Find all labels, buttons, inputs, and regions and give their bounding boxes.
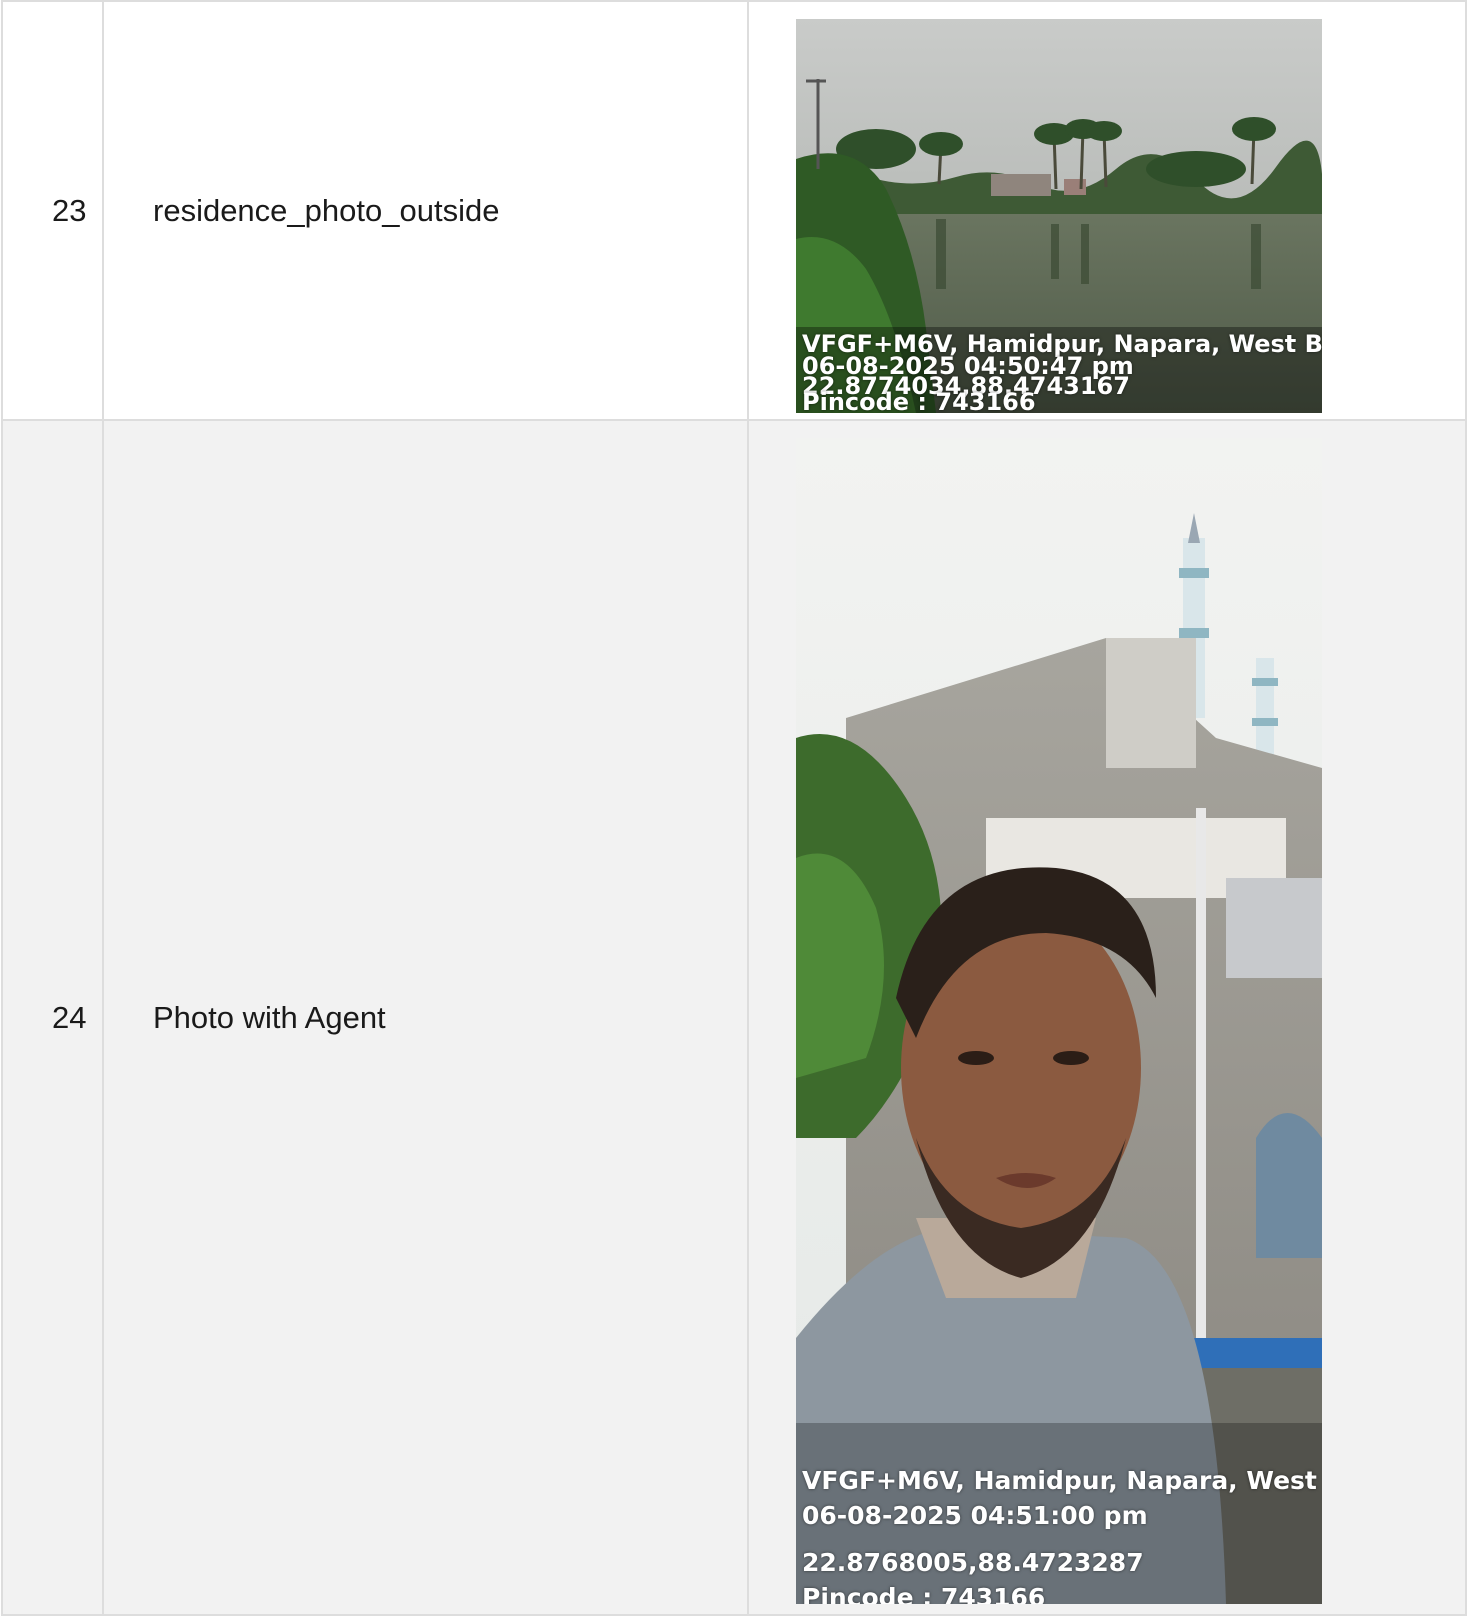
table-row: 24 Photo with Agent VFGF+M6V, Hamidpur, … (1, 421, 1467, 1616)
stamp-datetime: 06-08-2025 04:51:00 pm (802, 1501, 1148, 1530)
row-label: Photo with Agent (153, 999, 386, 1035)
stamp-address: VFGF+M6V, Hamidpur, Napara, West Ben (802, 1466, 1322, 1495)
stamp-pincode: Pincode : 743166 (802, 1583, 1046, 1604)
stamp-coords: 22.8768005,88.4723287 (802, 1548, 1144, 1577)
agent-photo[interactable]: VFGF+M6V, Hamidpur, Napara, West Ben 06-… (796, 438, 1322, 1604)
row-index-cell: 24 (1, 421, 104, 1616)
row-index: 24 (52, 999, 87, 1035)
row-label: residence_photo_outside (153, 192, 500, 228)
table-row: 23 residence_photo_outside VFGF+M6V, Ham… (1, 0, 1467, 421)
row-index: 23 (52, 192, 87, 228)
row-label-cell: Photo with Agent (104, 421, 749, 1616)
row-label-cell: residence_photo_outside (104, 0, 749, 421)
row-index-cell: 23 (1, 0, 104, 421)
residence-photo[interactable]: VFGF+M6V, Hamidpur, Napara, West Ben 06-… (796, 19, 1322, 413)
stamp-pincode: Pincode : 743166 (802, 388, 1036, 413)
agent-photo-image (796, 438, 1322, 1604)
row-photo-cell: VFGF+M6V, Hamidpur, Napara, West Ben 06-… (749, 421, 1467, 1616)
row-photo-cell: VFGF+M6V, Hamidpur, Napara, West Ben 06-… (749, 0, 1467, 421)
